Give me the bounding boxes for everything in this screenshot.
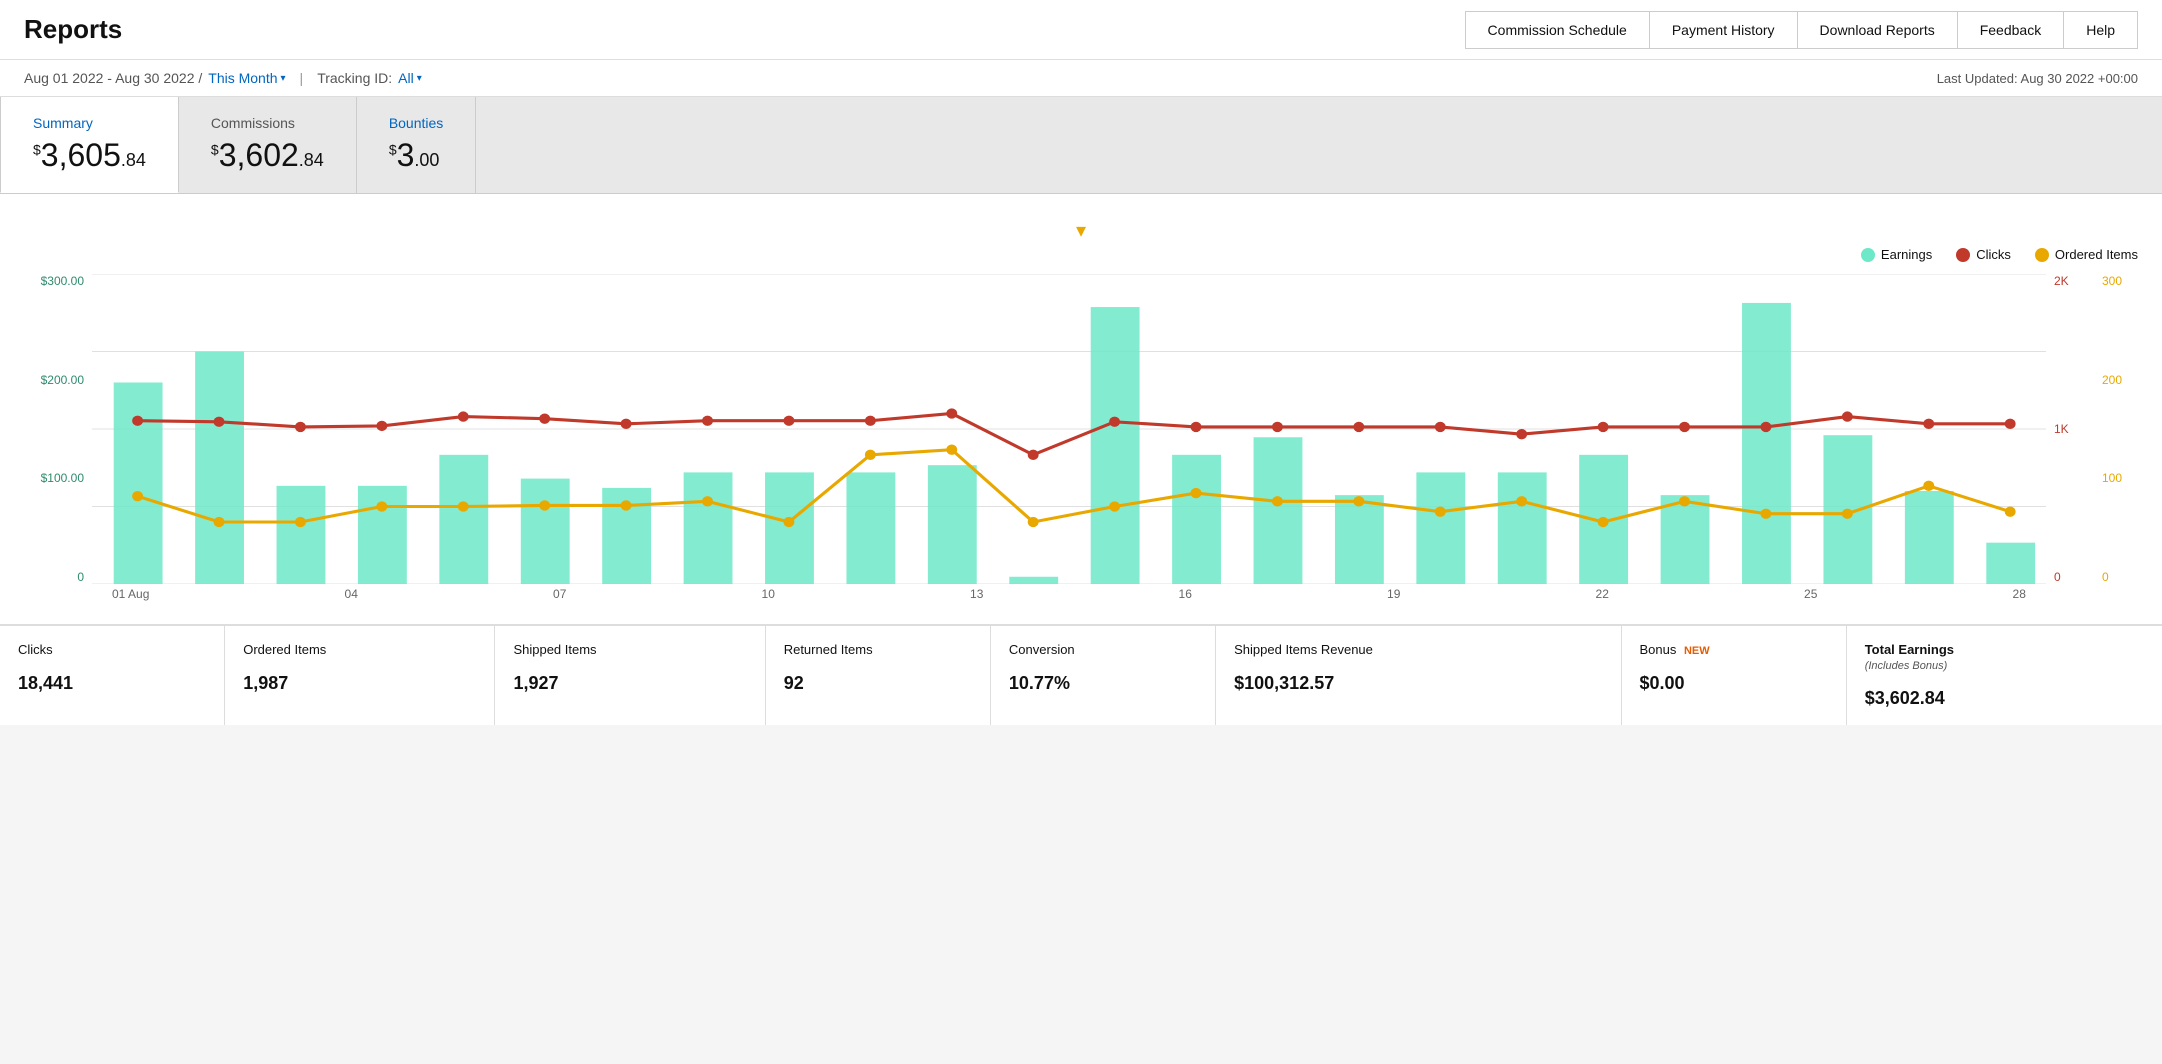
stat-total-earnings-label: Total Earnings (Includes Bonus) <box>1865 642 2144 672</box>
sub-bar: Aug 01 2022 - Aug 30 2022 / This Month ▾… <box>0 60 2162 97</box>
page-title: Reports <box>24 14 122 45</box>
tracking-id-dropdown[interactable]: All ▾ <box>398 70 422 86</box>
y-right2-0: 0 <box>2102 570 2138 584</box>
legend-ordered: Ordered Items <box>2035 247 2138 262</box>
tabs-section: Summary $3,605.84 Commissions $3,602.84 … <box>0 97 2162 194</box>
tracking-id-label: Tracking ID: <box>317 70 392 86</box>
stat-conversion: Conversion 10.77% <box>991 626 1216 725</box>
stat-ordered-items: Ordered Items 1,987 <box>225 626 495 725</box>
stat-shipped-value: 1,927 <box>513 673 746 694</box>
stat-bonus-value: $0.00 <box>1640 673 1828 694</box>
legend-earnings-label: Earnings <box>1881 247 1932 262</box>
chevron-down-icon: ▾ <box>281 73 286 84</box>
nav-feedback[interactable]: Feedback <box>1958 11 2064 49</box>
stat-total-earnings-value: $3,602.84 <box>1865 688 2144 709</box>
y-right2-200: 200 <box>2102 373 2138 387</box>
stat-shipped-revenue-value: $100,312.57 <box>1234 673 1602 694</box>
nav-payment-history[interactable]: Payment History <box>1650 11 1798 49</box>
stat-bonus-label: Bonus NEW <box>1640 642 1828 657</box>
y-label-200: $200.00 <box>24 373 84 387</box>
stat-shipped-label: Shipped Items <box>513 642 746 657</box>
date-range-text: Aug 01 2022 - Aug 30 2022 / <box>24 70 202 86</box>
tab-bounties-value: $3.00 <box>389 137 443 174</box>
stat-conversion-label: Conversion <box>1009 642 1197 657</box>
tab-bounties-label: Bounties <box>389 115 443 131</box>
y-right2-100: 100 <box>2102 471 2138 485</box>
legend-earnings: Earnings <box>1861 247 1932 262</box>
separator: | <box>300 70 304 86</box>
y-right-0: 0 <box>2054 570 2098 584</box>
x-label-13: 13 <box>970 587 983 601</box>
y-axis-left: $300.00 $200.00 $100.00 0 <box>24 274 84 614</box>
y-right-1k: 1K <box>2054 422 2098 436</box>
selected-tab-arrow: ▾ <box>24 214 2138 247</box>
tab-commissions-value: $3,602.84 <box>211 137 324 174</box>
y-label-0: 0 <box>24 570 84 584</box>
legend-clicks-label: Clicks <box>1976 247 2011 262</box>
stat-ordered-label: Ordered Items <box>243 642 476 657</box>
stat-shipped-items: Shipped Items 1,927 <box>495 626 765 725</box>
earnings-dot <box>1861 248 1875 262</box>
x-label-19: 19 <box>1387 587 1400 601</box>
main-content: ▾ Earnings Clicks Ordered Items $300.00 … <box>0 194 2162 725</box>
stat-clicks-value: 18,441 <box>18 673 206 694</box>
stat-clicks: Clicks 18,441 <box>0 626 225 725</box>
chart-svg <box>92 274 2046 584</box>
date-filter-bar: Aug 01 2022 - Aug 30 2022 / This Month ▾… <box>24 70 422 86</box>
last-updated: Last Updated: Aug 30 2022 +00:00 <box>1937 71 2138 86</box>
x-label-04: 04 <box>345 587 358 601</box>
x-axis-labels: 01 Aug 04 07 10 13 16 19 22 25 28 <box>92 587 2046 601</box>
chart-container: ▾ Earnings Clicks Ordered Items $300.00 … <box>0 194 2162 624</box>
y-axis-right-2: 300 200 100 0 <box>2102 274 2138 614</box>
tab-summary[interactable]: Summary $3,605.84 <box>0 97 179 193</box>
tracking-id-value: All <box>398 70 414 86</box>
tab-bounties[interactable]: Bounties $3.00 <box>357 97 476 193</box>
stats-table: Clicks 18,441 Ordered Items 1,987 Shippe… <box>0 624 2162 725</box>
tab-commissions-label: Commissions <box>211 115 324 131</box>
nav-commission-schedule[interactable]: Commission Schedule <box>1465 11 1650 49</box>
stat-total-earnings-subtitle: (Includes Bonus) <box>1865 660 1948 672</box>
y-right-2k: 2K <box>2054 274 2098 288</box>
stat-clicks-label: Clicks <box>18 642 206 657</box>
top-bar: Reports Commission Schedule Payment Hist… <box>0 0 2162 60</box>
x-label-10: 10 <box>762 587 775 601</box>
stat-shipped-revenue-label: Shipped Items Revenue <box>1234 642 1602 657</box>
x-label-01aug: 01 Aug <box>112 587 149 601</box>
x-label-16: 16 <box>1179 587 1192 601</box>
chart-svg-wrapper: 01 Aug 04 07 10 13 16 19 22 25 28 <box>92 274 2046 614</box>
nav-help[interactable]: Help <box>2064 11 2138 49</box>
stat-conversion-value: 10.77% <box>1009 673 1197 694</box>
this-month-label: This Month <box>208 70 277 86</box>
top-navigation: Commission Schedule Payment History Down… <box>1465 11 2138 49</box>
y-label-300: $300.00 <box>24 274 84 288</box>
new-badge: NEW <box>1684 645 1710 657</box>
x-label-28: 28 <box>2013 587 2026 601</box>
y-right2-300: 300 <box>2102 274 2138 288</box>
x-label-07: 07 <box>553 587 566 601</box>
chevron-down-icon-2: ▾ <box>417 73 422 84</box>
chart-legend: Earnings Clicks Ordered Items <box>24 247 2138 262</box>
tab-summary-value: $3,605.84 <box>33 137 146 174</box>
clicks-dot <box>1956 248 1970 262</box>
stat-returned-label: Returned Items <box>784 642 972 657</box>
stat-bonus: Bonus NEW $0.00 <box>1622 626 1847 725</box>
legend-ordered-label: Ordered Items <box>2055 247 2138 262</box>
ordered-dot <box>2035 248 2049 262</box>
tab-commissions[interactable]: Commissions $3,602.84 <box>179 97 357 193</box>
y-label-100: $100.00 <box>24 471 84 485</box>
legend-clicks: Clicks <box>1956 247 2011 262</box>
stat-returned-value: 92 <box>784 673 972 694</box>
x-label-25: 25 <box>1804 587 1817 601</box>
stat-shipped-revenue: Shipped Items Revenue $100,312.57 <box>1216 626 1621 725</box>
stat-total-earnings: Total Earnings (Includes Bonus) $3,602.8… <box>1847 626 2162 725</box>
x-label-22: 22 <box>1596 587 1609 601</box>
y-axis-right: 2K 1K 0 <box>2054 274 2098 614</box>
stat-returned-items: Returned Items 92 <box>766 626 991 725</box>
tab-summary-label: Summary <box>33 115 146 131</box>
this-month-dropdown[interactable]: This Month ▾ <box>208 70 285 86</box>
nav-download-reports[interactable]: Download Reports <box>1798 11 1958 49</box>
stat-ordered-value: 1,987 <box>243 673 476 694</box>
